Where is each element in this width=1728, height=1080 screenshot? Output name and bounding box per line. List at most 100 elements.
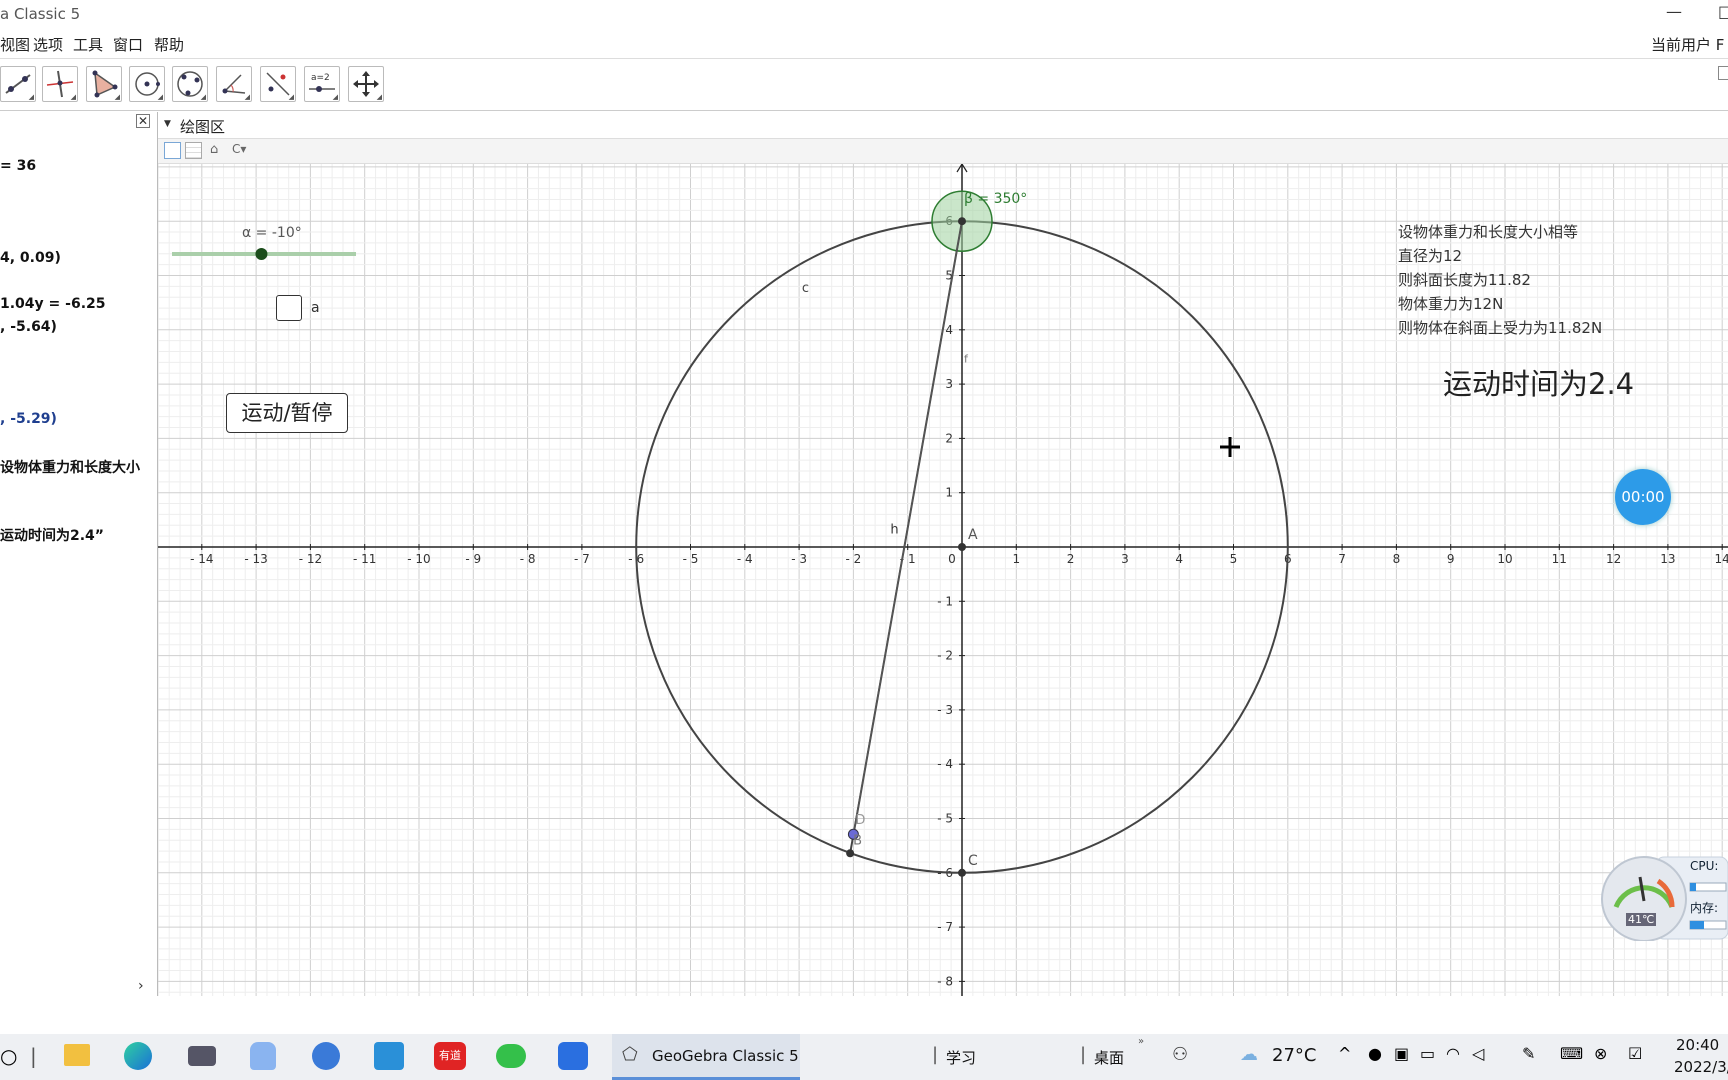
microphone-icon[interactable]: ● <box>1368 1044 1382 1063</box>
algebra-item[interactable]: 4, 0.09) <box>0 250 61 266</box>
algebra-item[interactable]: 1.04y = -6.25 <box>0 296 106 312</box>
graphics-canvas[interactable]: - 14- 13- 12- 11- 10- 9- 8- 7- 6- 5- 4- … <box>157 162 1728 996</box>
toolbar-desktop[interactable]: 桌面 <box>1094 1047 1124 1068</box>
education-app-icon[interactable] <box>374 1042 404 1070</box>
people-icon[interactable]: ⚇ <box>1172 1044 1188 1065</box>
slider-tool-button[interactable]: a=2 ◢ <box>304 66 340 102</box>
motion-time-text: 运动时间为2.4 <box>1443 367 1634 401</box>
x-tick-label: 2 <box>1067 552 1075 566</box>
point-label-c: C <box>968 853 978 869</box>
object-label-c: c <box>802 281 809 296</box>
x-tick-label: 1 <box>1012 552 1020 566</box>
pen-icon[interactable]: ✎ <box>1522 1044 1535 1063</box>
geogebra-taskbar-label: GeoGebra Classic 5 <box>652 1047 799 1065</box>
youdao-icon[interactable]: 有道 <box>434 1042 466 1070</box>
polygon-tool-button[interactable]: ◢ <box>86 66 122 102</box>
x-tick-label: - 5 <box>683 552 699 566</box>
browser-icon[interactable] <box>312 1042 340 1070</box>
slider-knob[interactable] <box>255 248 268 260</box>
clock-date[interactable]: 2022/3/ <box>1674 1058 1728 1076</box>
algebra-item[interactable]: 运动时间为2.4” <box>0 525 104 545</box>
close-circle-icon[interactable]: ⊗ <box>1594 1044 1607 1063</box>
search-icon[interactable]: ○ <box>0 1044 17 1068</box>
line-tool-button[interactable]: ◢ <box>0 66 36 102</box>
y-tick-label: 4 <box>945 323 953 337</box>
angle-tool-button[interactable]: ◢ <box>216 66 252 102</box>
minimize-icon[interactable]: — <box>1666 2 1682 21</box>
menu-options[interactable]: 选项 <box>33 34 63 55</box>
temperature-label: 41℃ <box>1626 913 1657 926</box>
algebra-item[interactable]: = 36 <box>0 158 36 174</box>
toolbar-collapse-icon[interactable] <box>1718 66 1728 80</box>
divider-icon: | <box>30 1044 37 1068</box>
x-tick-label: 5 <box>1230 552 1238 566</box>
home-icon[interactable]: ⌂ <box>210 142 218 157</box>
play-pause-button[interactable]: 运动/暂停 <box>226 393 348 433</box>
y-tick-label: - 2 <box>937 649 953 663</box>
x-tick-label: - 8 <box>520 552 536 566</box>
battery-icon[interactable]: ▭ <box>1420 1044 1435 1063</box>
chevron-double-icon[interactable]: » <box>1138 1036 1144 1047</box>
chevron-right-icon[interactable]: › <box>138 978 144 994</box>
wechat-icon[interactable] <box>496 1044 526 1068</box>
object-label-h: h <box>890 522 898 537</box>
menu-bar: 视图 选项 工具 窗口 帮助 当前用户 F <box>0 30 1728 59</box>
move-view-tool-button[interactable]: ◢ <box>348 66 384 102</box>
x-tick-label: - 2 <box>846 552 862 566</box>
y-tick-label: 3 <box>945 377 953 391</box>
checkbox-icon[interactable]: ☑ <box>1628 1044 1642 1063</box>
menu-tools[interactable]: 工具 <box>73 34 103 55</box>
weather-temp[interactable]: 27°C <box>1272 1045 1316 1066</box>
x-tick-label: - 14 <box>190 552 213 566</box>
wifi-icon[interactable]: ◠ <box>1446 1044 1460 1063</box>
circle-three-points-tool-button[interactable]: ◢ <box>172 66 208 102</box>
circle-tool-button[interactable]: ◢ <box>129 66 165 102</box>
x-tick-label: 7 <box>1338 552 1346 566</box>
point-c <box>958 868 966 877</box>
algebra-view: ✕ = 36 4, 0.09) 1.04y = -6.25 , -5.64) , -5.… <box>0 112 158 996</box>
cloud-icon: ☁ <box>1240 1044 1258 1065</box>
timer-badge[interactable]: 00:00 <box>1615 469 1671 525</box>
point-label-d: D <box>855 813 865 828</box>
algebra-item[interactable]: , -5.64) <box>0 319 57 335</box>
menu-view[interactable]: 视图 <box>0 34 30 55</box>
axes-toggle-icon[interactable] <box>164 142 181 159</box>
taskbar: ○ | 有道 ⬠ GeoGebra Classic 5 | 学习 | 桌面 » … <box>0 1034 1728 1080</box>
note-text: 直径为12 <box>1398 247 1462 265</box>
menu-window[interactable]: 窗口 <box>113 34 143 55</box>
photos-icon[interactable] <box>558 1042 588 1070</box>
toolbar: ◢ ◢ ◢ ◢ ◢ ◢ ◢ a=2 ◢ ◢ <box>0 60 1728 111</box>
angle-label: β = 350° <box>964 191 1027 207</box>
x-tick-label: - 9 <box>465 552 481 566</box>
edge-browser-icon[interactable] <box>124 1042 152 1070</box>
toolbar-study[interactable]: 学习 <box>946 1047 976 1068</box>
maximize-icon[interactable]: □ <box>1718 2 1728 21</box>
perpendicular-tool-button[interactable]: ◢ <box>42 66 78 102</box>
point-capture-icon[interactable]: C▾ <box>232 142 246 156</box>
reflect-tool-button[interactable]: ◢ <box>260 66 296 102</box>
title-bar: a Classic 5 — □ <box>0 0 1728 30</box>
camera-icon[interactable] <box>188 1046 216 1066</box>
grid-toggle-icon[interactable] <box>185 142 202 159</box>
collapse-triangle-icon[interactable]: ▼ <box>164 119 171 129</box>
display-icon[interactable]: ▣ <box>1394 1044 1409 1063</box>
volume-icon[interactable]: ◁ <box>1472 1044 1484 1063</box>
clock-time[interactable]: 20:40 <box>1676 1036 1719 1054</box>
keyboard-icon[interactable]: ⌨ <box>1560 1044 1583 1063</box>
close-icon[interactable]: ✕ <box>136 114 150 128</box>
app-icon[interactable] <box>250 1042 276 1070</box>
chevron-up-icon[interactable]: ^ <box>1338 1044 1351 1063</box>
menu-help[interactable]: 帮助 <box>154 34 184 55</box>
graphics-svg[interactable]: - 14- 13- 12- 11- 10- 9- 8- 7- 6- 5- 4- … <box>157 162 1728 996</box>
point-b <box>846 849 855 858</box>
current-user[interactable]: 当前用户 F <box>1651 34 1724 55</box>
system-monitor-widget[interactable]: CPU: 内存: 41℃ <box>1600 855 1728 942</box>
geogebra-taskbar-item[interactable]: ⬠ GeoGebra Classic 5 <box>612 1034 800 1080</box>
algebra-item[interactable]: 设物体重力和长度大小 <box>0 457 140 477</box>
file-explorer-icon[interactable] <box>64 1044 90 1066</box>
y-tick-label: - 8 <box>937 974 953 988</box>
x-tick-label: - 12 <box>299 552 322 566</box>
x-tick-label: 10 <box>1497 552 1512 566</box>
algebra-item[interactable]: , -5.29) <box>0 411 57 427</box>
checkbox-a[interactable] <box>276 295 302 321</box>
